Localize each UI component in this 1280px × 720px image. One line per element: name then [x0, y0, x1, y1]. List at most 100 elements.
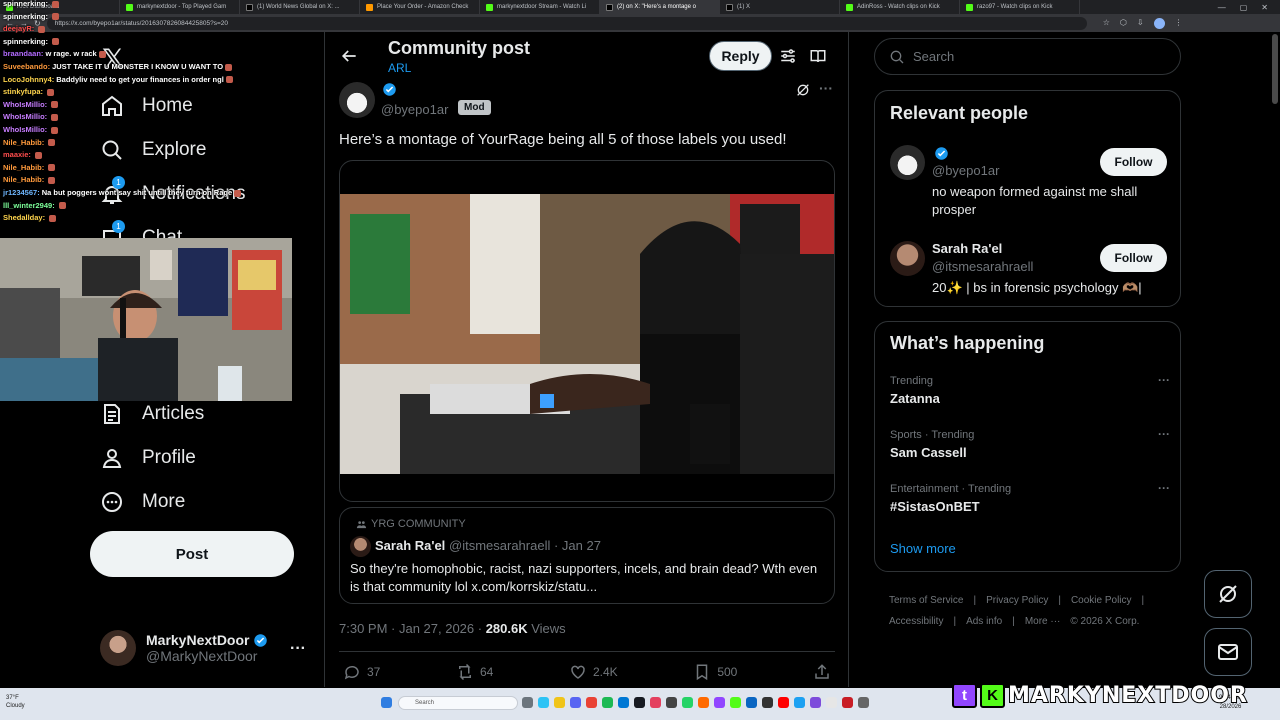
reader-icon[interactable]: [809, 47, 827, 65]
windows-start-icon[interactable]: [381, 697, 392, 708]
avatar[interactable]: [339, 82, 375, 118]
show-more-link[interactable]: Show more: [890, 541, 956, 556]
app-icon[interactable]: [650, 697, 661, 708]
trend-more-icon[interactable]: ···: [1158, 481, 1170, 495]
browser-tab[interactable]: Kick Dashboard: [0, 0, 120, 14]
nav-item-profile[interactable]: Profile: [100, 446, 196, 470]
reload-icon[interactable]: ↻: [34, 19, 41, 28]
app-icon[interactable]: [858, 697, 869, 708]
spotify-icon[interactable]: [602, 697, 613, 708]
maximize-icon[interactable]: ▢: [1240, 3, 1248, 12]
browser-tab[interactable]: (2) on X: "Here's a montage o: [600, 0, 720, 14]
post-timestamp[interactable]: 7:30 PM · Jan 27, 2026 ·: [339, 621, 486, 636]
browser-tab[interactable]: Place Your Order - Amazon Check: [360, 0, 480, 14]
browser-tab[interactable]: (1) World News Global on X: ...: [240, 0, 360, 14]
footer-link[interactable]: Accessibility: [889, 616, 943, 627]
grok-button[interactable]: [1204, 570, 1252, 618]
reply-button[interactable]: Reply: [709, 41, 772, 71]
nav-item-notifications[interactable]: 1 Notifications: [100, 176, 246, 206]
extension-icon[interactable]: ⬡: [1120, 18, 1127, 29]
download-icon[interactable]: ⇩: [1137, 18, 1144, 29]
community-icon: [356, 520, 367, 528]
browser-tab[interactable]: AdinRoss - Watch clips on Kick: [840, 0, 960, 14]
nav-item-home[interactable]: Home: [100, 94, 193, 118]
account-more-icon[interactable]: ···: [290, 640, 306, 658]
store-icon[interactable]: [618, 697, 629, 708]
reply-count: 37: [367, 665, 381, 679]
edge-icon[interactable]: [538, 697, 549, 708]
whats-happening-card: What’s happening Trending Zatanna ··· Sp…: [874, 321, 1181, 572]
discord-icon[interactable]: [570, 697, 581, 708]
browser-toolbar: ← → ↻ https://x.com/byepo1ar/status/2016…: [0, 14, 1280, 32]
browser-tab[interactable]: markynextdoor Stream - Watch Li: [480, 0, 600, 14]
terminal-icon[interactable]: [762, 697, 773, 708]
app-icon[interactable]: [810, 697, 821, 708]
search-box[interactable]: [874, 38, 1181, 75]
nav-item-articles[interactable]: Articles: [100, 402, 204, 426]
footer-link[interactable]: Terms of Service: [889, 595, 963, 606]
repost-action[interactable]: 64: [456, 663, 493, 681]
trend-item[interactable]: Entertainment · Trending #SistasOnBET ··…: [890, 481, 1170, 514]
close-icon[interactable]: ✕: [1261, 3, 1268, 12]
footer-link[interactable]: More ···: [1025, 616, 1061, 627]
filter-icon[interactable]: [779, 47, 797, 65]
scrollbar[interactable]: [1272, 34, 1278, 104]
steam-icon[interactable]: [634, 697, 645, 708]
app-icon[interactable]: [746, 697, 757, 708]
back-arrow-icon[interactable]: [339, 46, 359, 66]
app-icon[interactable]: [826, 697, 837, 708]
nav-item-explore[interactable]: Explore: [100, 138, 206, 162]
person-bio: 20✨ | bs in forensic psychology 🫶🏽|: [932, 280, 1142, 295]
messages-button[interactable]: [1204, 628, 1252, 676]
account-switcher[interactable]: MarkyNextDoor @MarkyNextDoor: [100, 630, 268, 666]
app-icon[interactable]: [794, 697, 805, 708]
community-link[interactable]: ARL: [388, 61, 411, 75]
task-view-icon[interactable]: [522, 697, 533, 708]
taskbar-search[interactable]: Search: [398, 696, 518, 710]
obs-icon[interactable]: [666, 697, 677, 708]
trend-more-icon[interactable]: ···: [1158, 427, 1170, 441]
chrome-icon[interactable]: [586, 697, 597, 708]
youtube-icon[interactable]: [778, 697, 789, 708]
post-button[interactable]: Post: [90, 531, 294, 577]
app-icon[interactable]: [698, 697, 709, 708]
footer-link[interactable]: Privacy Policy: [986, 595, 1048, 606]
trend-item[interactable]: Sports · Trending Sam Cassell ···: [890, 427, 1170, 460]
browser-tab[interactable]: razo97 - Watch clips on Kick: [960, 0, 1080, 14]
trend-item[interactable]: Trending Zatanna ···: [890, 373, 1170, 406]
browser-tab[interactable]: (1) X: [720, 0, 840, 14]
profile-avatar[interactable]: [1153, 17, 1165, 29]
follow-button[interactable]: Follow: [1100, 244, 1167, 272]
post-more-icon[interactable]: ···: [819, 80, 833, 96]
reply-action[interactable]: 37: [343, 663, 380, 681]
menu-icon[interactable]: ⋮: [1175, 18, 1183, 29]
footer-link[interactable]: Cookie Policy: [1071, 595, 1132, 606]
post-author-handle[interactable]: @byepo1ar: [381, 102, 448, 117]
star-icon[interactable]: ☆: [1103, 18, 1110, 29]
search-input[interactable]: [913, 49, 1163, 64]
grok-icon[interactable]: [795, 82, 811, 98]
browser-tab[interactable]: markynextdoor - Top Played Gam: [120, 0, 240, 14]
forward-icon[interactable]: →: [20, 19, 28, 28]
person-handle: @byepo1ar: [932, 163, 1000, 178]
like-action[interactable]: 2.4K: [569, 663, 618, 681]
quoted-post[interactable]: YRG COMMUNITY Sarah Ra'el @itsmesarahrae…: [339, 507, 835, 604]
weather-widget[interactable]: 37°F Cloudy: [6, 694, 25, 710]
kick-icon[interactable]: [730, 697, 741, 708]
twitch-icon[interactable]: [714, 697, 725, 708]
minimize-icon[interactable]: —: [1218, 3, 1226, 12]
app-icon[interactable]: [682, 697, 693, 708]
explorer-icon[interactable]: [554, 697, 565, 708]
repost-count: 64: [480, 665, 494, 679]
address-bar[interactable]: https://x.com/byepo1ar/status/2016307826…: [46, 16, 1087, 30]
bookmark-action[interactable]: 500: [693, 663, 737, 681]
video-player[interactable]: [339, 160, 835, 502]
share-action[interactable]: [813, 663, 831, 681]
app-icon[interactable]: [842, 697, 853, 708]
back-icon[interactable]: ←: [6, 19, 14, 28]
nav-item-more[interactable]: More: [100, 490, 185, 514]
follow-button[interactable]: Follow: [1100, 148, 1167, 176]
x-logo-icon[interactable]: 𝕏: [100, 46, 126, 73]
trend-more-icon[interactable]: ···: [1158, 373, 1170, 387]
footer-link[interactable]: Ads info: [966, 616, 1002, 627]
